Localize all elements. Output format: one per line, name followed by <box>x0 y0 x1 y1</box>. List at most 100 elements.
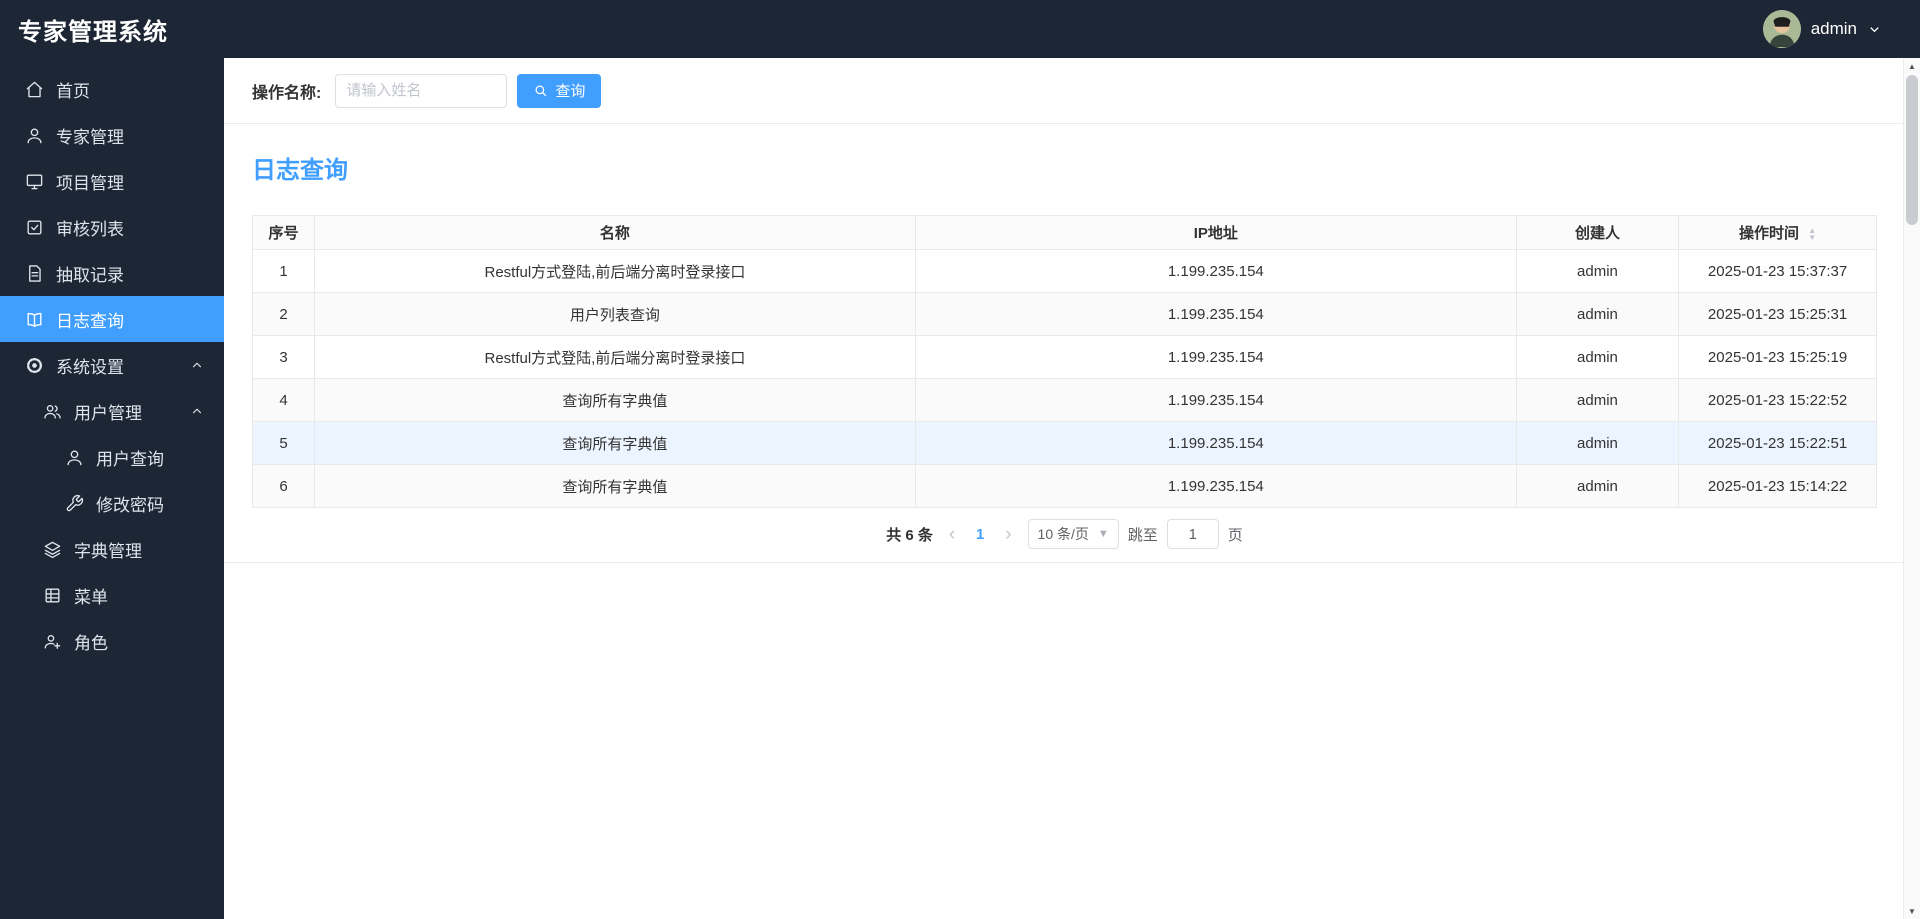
search-label: 操作名称: <box>252 84 322 102</box>
cell-no: 2 <box>252 292 315 336</box>
column-header-name: 名称 <box>314 215 916 250</box>
sidebar-item-label: 专家管理 <box>56 127 124 147</box>
cell-creator: admin <box>1515 292 1680 336</box>
column-header-ip: IP地址 <box>914 215 1517 250</box>
cell-time: 2025-01-23 15:22:51 <box>1678 421 1877 465</box>
prev-page-button[interactable]: ‹ <box>946 525 958 544</box>
search-button[interactable]: 查询 <box>517 73 602 108</box>
cell-ip: 1.199.235.154 <box>914 464 1517 508</box>
app-header: 专家管理系统 admin <box>0 0 1920 58</box>
pagination-total: 共 6 条 <box>886 526 933 544</box>
users-icon <box>42 401 62 421</box>
username: admin <box>1810 19 1857 38</box>
jump-page-input[interactable] <box>1166 519 1219 549</box>
search-input[interactable] <box>335 73 508 108</box>
cell-ip: 1.199.235.154 <box>914 378 1517 422</box>
check-square-icon <box>24 217 44 237</box>
sidebar-item-review-list[interactable]: 审核列表 <box>0 204 224 250</box>
jump-label: 跳至 <box>1127 526 1158 544</box>
table-row[interactable]: 3 Restful方式登陆,前后端分离时登录接口 1.199.235.154 a… <box>252 335 1877 379</box>
scroll-up-arrow[interactable]: ▲ <box>1904 58 1920 74</box>
sort-icon[interactable]: ▲ ▼ <box>1808 227 1816 242</box>
sidebar-item-projects[interactable]: 项目管理 <box>0 158 224 204</box>
cell-creator: admin <box>1515 335 1680 379</box>
next-page-button[interactable]: › <box>1002 525 1014 544</box>
sidebar-item-label: 首页 <box>56 81 90 101</box>
sidebar-item-change-password[interactable]: 修改密码 <box>0 480 224 526</box>
wrench-icon <box>64 493 84 513</box>
sidebar-item-label: 审核列表 <box>56 219 124 239</box>
sidebar-item-dictionary-management[interactable]: 字典管理 <box>0 526 224 572</box>
user-menu[interactable]: admin <box>1762 0 1882 58</box>
home-icon <box>24 79 44 99</box>
table-row[interactable]: 2 用户列表查询 1.199.235.154 admin 2025-01-23 … <box>252 292 1877 336</box>
search-icon <box>535 85 547 97</box>
search-button-label: 查询 <box>555 83 586 100</box>
user-icon <box>24 125 44 145</box>
sidebar-item-label: 日志查询 <box>56 311 124 331</box>
jump-unit: 页 <box>1227 526 1243 544</box>
page-size-select[interactable]: 10 条/页 ▼ <box>1027 519 1119 549</box>
table-row[interactable]: 6 查询所有字典值 1.199.235.154 admin 2025-01-23… <box>252 464 1877 508</box>
sidebar-item-role[interactable]: 角色 <box>0 618 224 664</box>
column-header-no: 序号 <box>252 215 315 250</box>
cell-ip: 1.199.235.154 <box>914 335 1517 379</box>
cell-creator: admin <box>1515 421 1680 465</box>
cell-no: 3 <box>252 335 315 379</box>
sidebar-item-label: 抽取记录 <box>56 265 124 285</box>
log-table: 序号 名称 IP地址 创建人 操作时间 ▲ ▼ 1 Restful方式登陆,前后… <box>252 215 1877 508</box>
chevron-down-icon <box>1867 22 1882 37</box>
sidebar-item-label: 用户查询 <box>96 449 164 469</box>
app-title: 专家管理系统 <box>18 18 168 46</box>
scrollbar-thumb[interactable] <box>1906 75 1918 225</box>
cell-no: 1 <box>252 249 315 293</box>
cell-no: 6 <box>252 464 315 508</box>
column-header-time[interactable]: 操作时间 ▲ ▼ <box>1678 215 1877 250</box>
cell-time: 2025-01-23 15:22:52 <box>1678 378 1877 422</box>
column-header-time-label: 操作时间 <box>1739 225 1800 242</box>
cell-creator: admin <box>1515 378 1680 422</box>
sidebar-item-system-settings[interactable]: 系统设置 <box>0 342 224 388</box>
user-icon <box>64 447 84 467</box>
main-content: 操作名称: 查询 日志查询 序号 名称 IP地址 创建人 操作时间 <box>224 58 1903 919</box>
sidebar-item-label: 修改密码 <box>96 495 164 515</box>
cell-no: 5 <box>252 421 315 465</box>
table-icon <box>42 585 62 605</box>
page-number-button[interactable]: 1 <box>967 525 993 544</box>
cell-name: 查询所有字典值 <box>314 464 916 508</box>
layers-icon <box>42 539 62 559</box>
book-icon <box>24 309 44 329</box>
sidebar-item-home[interactable]: 首页 <box>0 66 224 112</box>
sidebar-item-label: 系统设置 <box>56 357 124 377</box>
cell-name: Restful方式登陆,前后端分离时登录接口 <box>314 249 916 293</box>
cell-time: 2025-01-23 15:25:19 <box>1678 335 1877 379</box>
cell-ip: 1.199.235.154 <box>914 292 1517 336</box>
user-plus-icon <box>42 631 62 651</box>
sidebar-item-user-query[interactable]: 用户查询 <box>0 434 224 480</box>
cell-name: 查询所有字典值 <box>314 421 916 465</box>
scroll-down-arrow[interactable]: ▼ <box>1904 903 1920 919</box>
table-row[interactable]: 5 查询所有字典值 1.199.235.154 admin 2025-01-23… <box>252 421 1877 465</box>
table-row[interactable]: 1 Restful方式登陆,前后端分离时登录接口 1.199.235.154 a… <box>252 249 1877 293</box>
cell-time: 2025-01-23 15:25:31 <box>1678 292 1877 336</box>
avatar[interactable] <box>1762 10 1801 48</box>
sidebar-item-menu[interactable]: 菜单 <box>0 572 224 618</box>
sidebar-item-user-management[interactable]: 用户管理 <box>0 388 224 434</box>
sidebar-item-experts[interactable]: 专家管理 <box>0 112 224 158</box>
sidebar-item-label: 菜单 <box>74 587 108 607</box>
sidebar-item-label: 角色 <box>74 633 108 653</box>
sidebar-item-extraction-records[interactable]: 抽取记录 <box>0 250 224 296</box>
pagination: 共 6 条 ‹ 1 › 10 条/页 ▼ 跳至 页 <box>252 508 1877 562</box>
cell-time: 2025-01-23 15:37:37 <box>1678 249 1877 293</box>
sort-desc-icon[interactable]: ▼ <box>1808 234 1816 242</box>
cell-ip: 1.199.235.154 <box>914 421 1517 465</box>
gear-icon <box>24 355 44 375</box>
page-size-value: 10 条/页 <box>1037 526 1089 542</box>
column-header-creator: 创建人 <box>1515 215 1680 250</box>
sidebar-item-label: 项目管理 <box>56 173 124 193</box>
scrollbar[interactable]: ▲ ▼ <box>1903 58 1920 919</box>
search-bar: 操作名称: 查询 <box>224 58 1903 124</box>
sidebar-item-log-query[interactable]: 日志查询 <box>0 296 224 342</box>
table-row[interactable]: 4 查询所有字典值 1.199.235.154 admin 2025-01-23… <box>252 378 1877 422</box>
sidebar-item-label: 字典管理 <box>74 541 142 561</box>
